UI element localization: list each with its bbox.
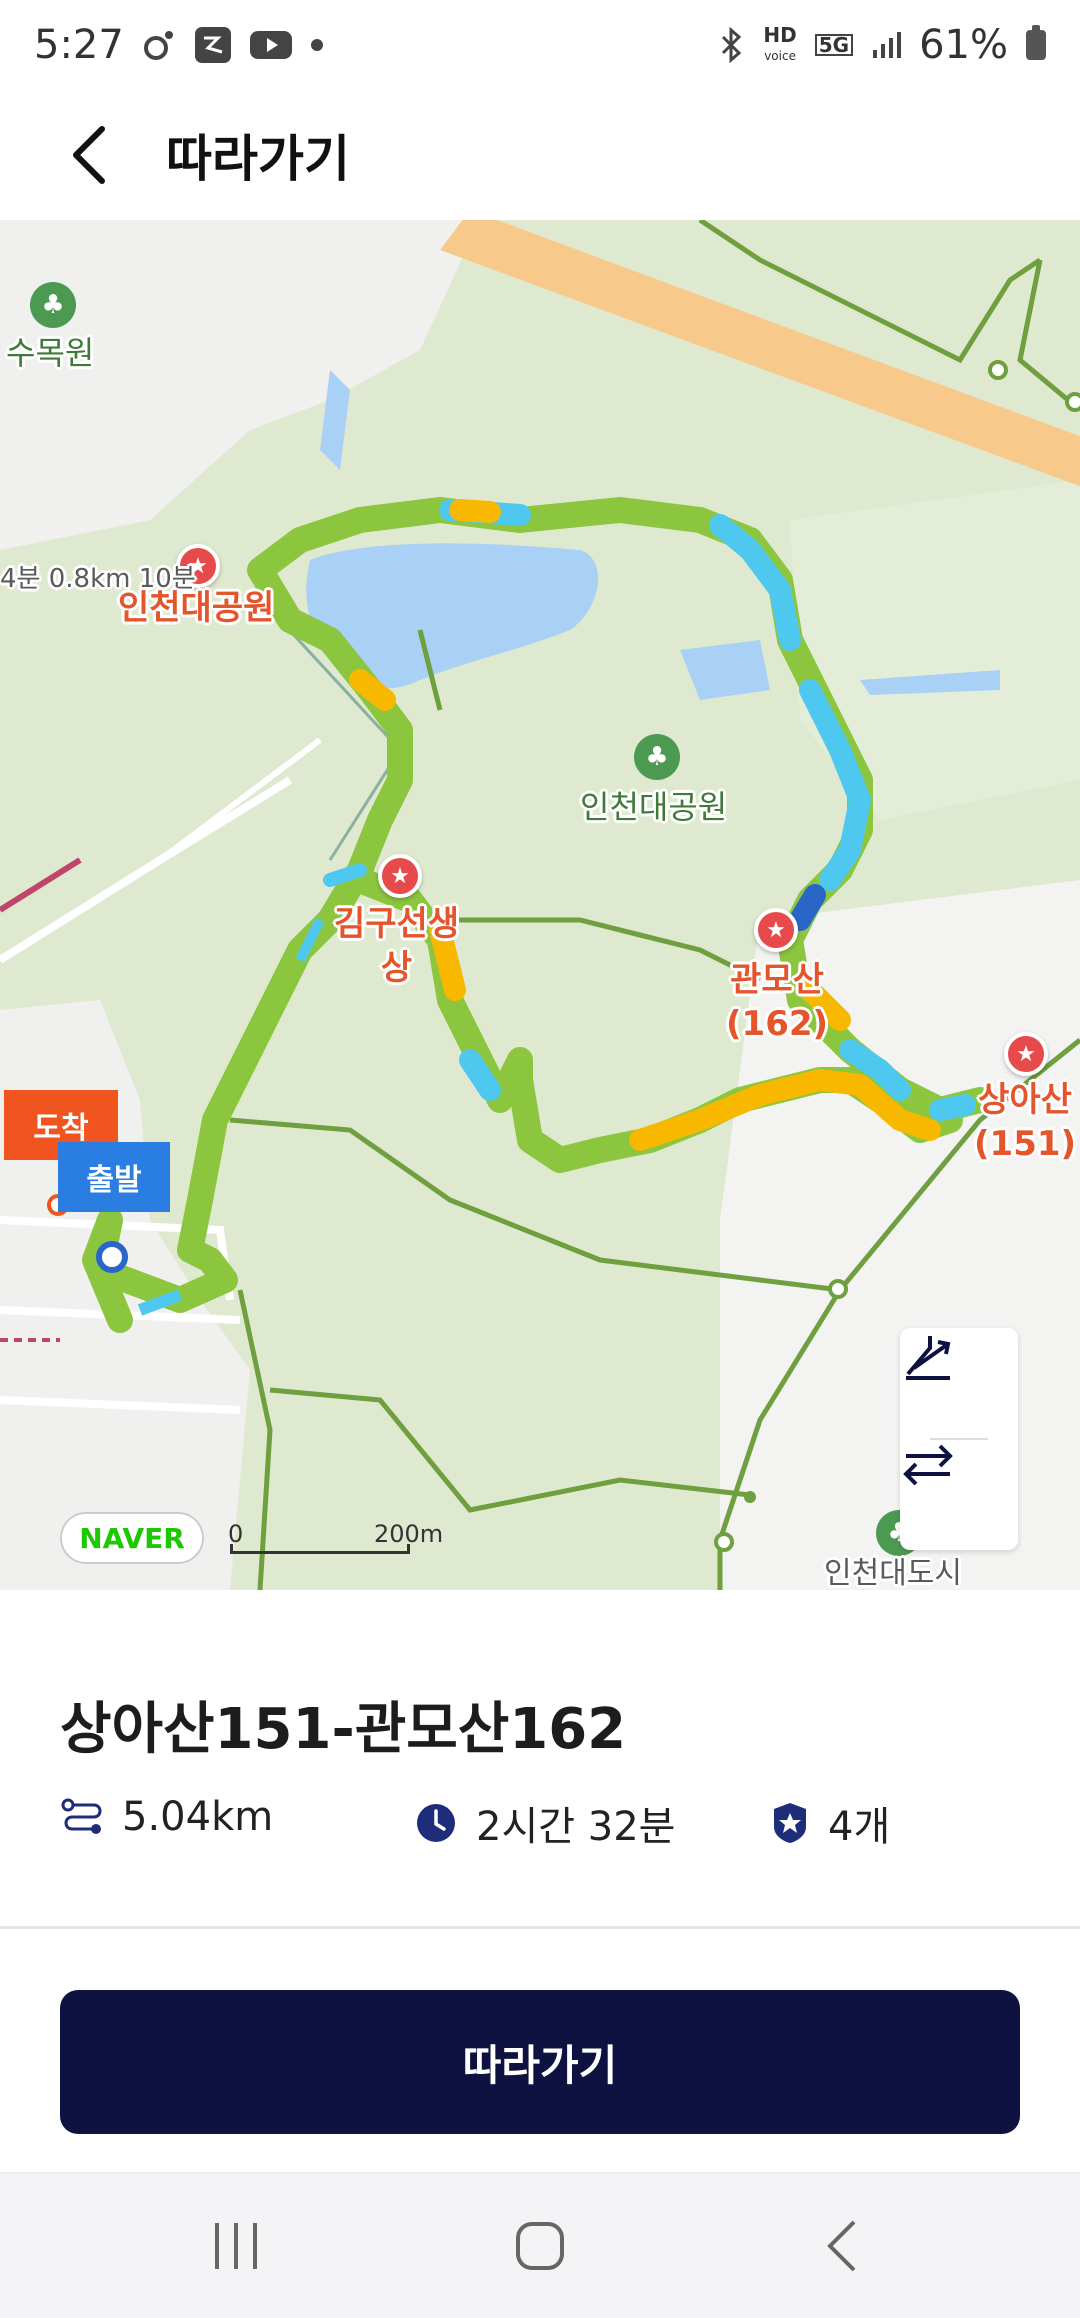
incheon-city-label: 인천대도시 xyxy=(824,1556,962,1590)
battery-icon xyxy=(1026,25,1046,60)
signal-icon xyxy=(871,30,902,60)
more-notifications-dot-icon xyxy=(310,38,324,52)
depart-flag: 출발 xyxy=(58,1142,170,1212)
sangasan-pin-icon[interactable]: ★ xyxy=(1004,1032,1048,1076)
naver-logo: NAVER xyxy=(60,1512,204,1564)
battery-percent: 61% xyxy=(919,22,1008,68)
duration-value: 2시간 32분 xyxy=(476,1804,676,1850)
follow-button[interactable]: 따라가기 xyxy=(60,1990,1020,2134)
distance-value: 5.04km xyxy=(122,1794,274,1840)
sangasan-name: 상아산 xyxy=(978,1080,1072,1120)
page-title: 따라가기 xyxy=(166,130,350,188)
youtube-icon xyxy=(249,29,292,61)
clock-icon xyxy=(417,1804,455,1842)
kimgu-statue-label-line2: 상 xyxy=(380,948,413,988)
system-back-button[interactable] xyxy=(762,2174,922,2318)
sheet-divider xyxy=(0,1926,1080,1929)
course-stats: 5.04km 2시간 32분 4개 xyxy=(60,1794,1020,1854)
app-header: 따라가기 xyxy=(0,90,1080,220)
arboretum-park-icon: ♣ xyxy=(30,282,76,328)
bluetooth-icon xyxy=(719,27,745,63)
recent-apps-icon xyxy=(215,2223,257,2269)
reverse-direction-button[interactable] xyxy=(900,1440,1018,1550)
route-distance-icon xyxy=(61,1798,102,1834)
badge-shield-icon xyxy=(774,1803,806,1843)
kimgu-statue-label-line1: 김구선생 xyxy=(334,904,460,944)
swap-direction-icon xyxy=(903,1444,953,1486)
home-button[interactable] xyxy=(460,2174,620,2318)
status-left: 5:27 xyxy=(34,22,324,68)
gwanmosan-label: 관모산 (162) xyxy=(726,958,828,1046)
app-notification-icon xyxy=(194,26,232,64)
kimgu-statue-pin-icon[interactable]: ★ xyxy=(378,854,422,898)
gwanmosan-height: (162) xyxy=(726,1004,829,1044)
fitness-app-icon xyxy=(142,28,176,62)
arboretum-label: 수목원 xyxy=(6,334,95,372)
system-nav-bar xyxy=(0,2172,1080,2318)
scale-bar xyxy=(230,1544,410,1554)
elevation-button[interactable] xyxy=(900,1328,1018,1438)
gwanmosan-name: 관모산 xyxy=(730,960,824,1000)
incheon-park-center-label: 인천대공원 xyxy=(580,788,728,826)
home-icon xyxy=(516,2222,564,2270)
duration-stat: 2시간 32분 xyxy=(414,1794,675,1852)
status-right: HD voice 5G 61% xyxy=(719,22,1046,68)
park-center-icon: ♣ xyxy=(634,734,680,780)
badge-count: 4개 xyxy=(828,1804,891,1850)
back-arrow-icon xyxy=(827,2220,856,2272)
map-controls xyxy=(900,1328,1018,1550)
course-sheet: 상아산151-관모산162 5.04km 2시간 32분 4개 따라가기 xyxy=(0,1592,1080,2172)
incheon-park-label: 인천대공원 xyxy=(118,588,275,628)
gwanmosan-pin-icon[interactable]: ★ xyxy=(754,908,798,952)
network-label: 5G xyxy=(814,34,854,56)
sangasan-label: 상아산 (151) xyxy=(974,1078,1076,1166)
sangasan-height: (151) xyxy=(974,1124,1077,1164)
distance-stat: 5.04km xyxy=(60,1794,273,1840)
badge-stat: 4개 xyxy=(770,1794,890,1852)
hd-label: HD xyxy=(763,22,797,47)
5g-icon: 5G xyxy=(814,34,854,56)
chevron-left-icon xyxy=(73,126,105,184)
course-title: 상아산151-관모산162 xyxy=(60,1697,627,1762)
back-button[interactable] xyxy=(60,115,120,195)
status-bar: 5:27 HD voice 5G 61% xyxy=(0,0,1080,90)
kimgu-statue-label: 김구선생 상 xyxy=(334,902,459,990)
voice-label: voice xyxy=(764,48,796,63)
map-scale: 0 200m xyxy=(228,1520,448,1560)
recent-apps-button[interactable] xyxy=(156,2174,316,2318)
hd-voice-icon: HD voice xyxy=(763,22,797,65)
status-time: 5:27 xyxy=(34,22,124,68)
route-map[interactable]: ♣ ♣ ♣ ★ ★ ★ ★ 수목원 4분 0.8km 10분 인천대공원 인천대… xyxy=(0,220,1080,1590)
elevation-chart-icon xyxy=(906,1336,951,1380)
